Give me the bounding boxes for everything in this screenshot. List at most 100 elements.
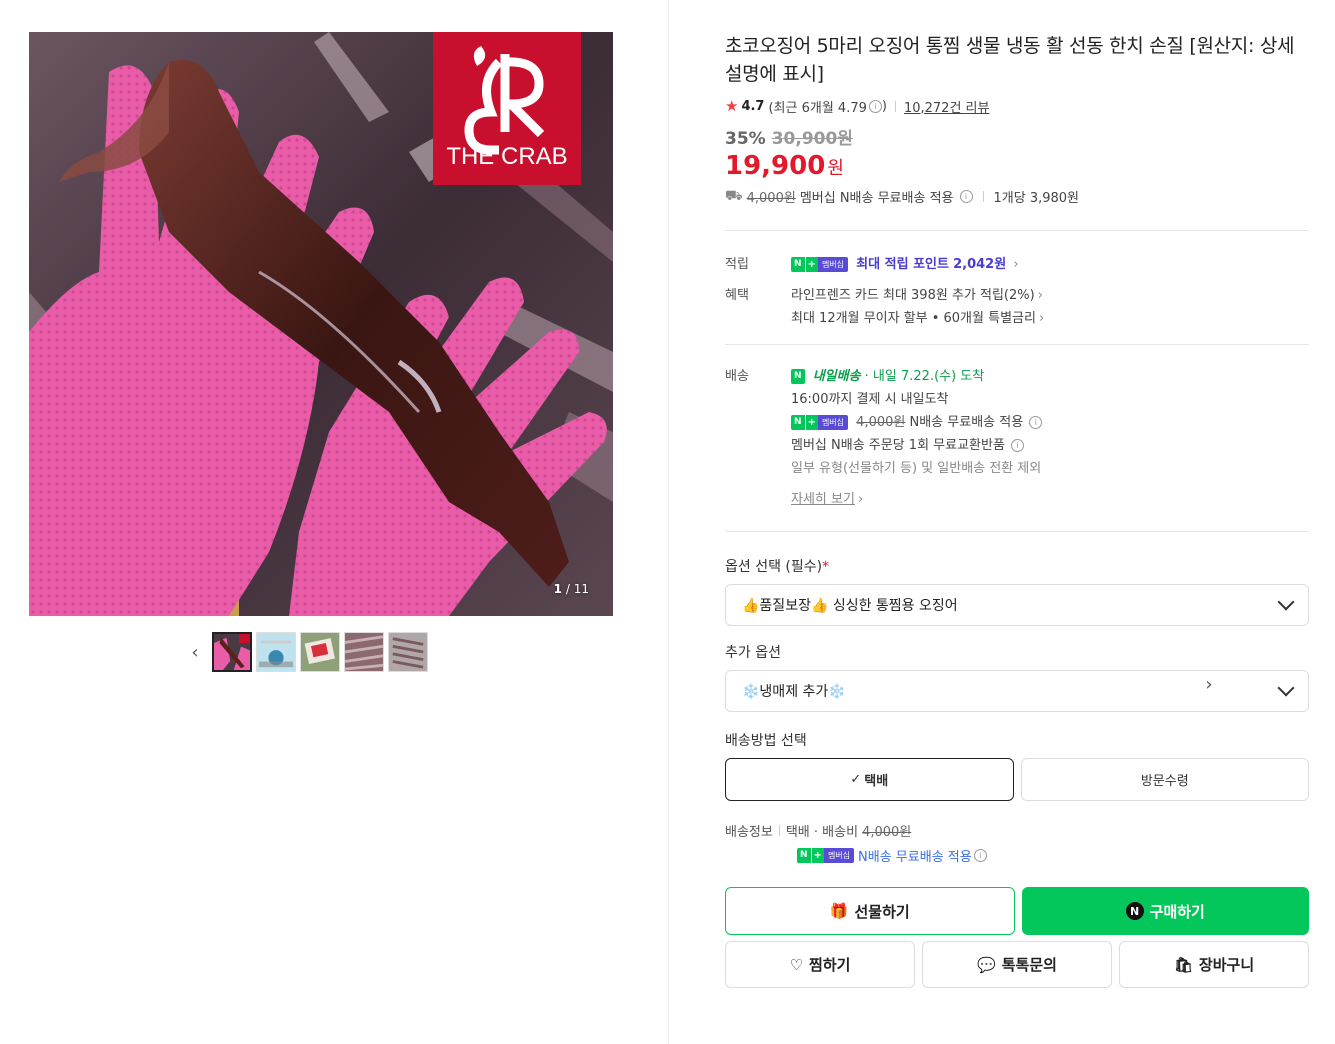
talk-button[interactable]: 💬 톡톡문의 (922, 941, 1112, 988)
method-parcel-label: 택배 (864, 774, 889, 789)
cart-button[interactable]: 🛍 장바구니 (1119, 941, 1309, 988)
extra-option-select[interactable]: ❄️냉매제 추가❄️ (725, 670, 1309, 712)
info-icon[interactable]: i (1011, 439, 1025, 452)
currency-label: 원 (827, 158, 844, 179)
delivery-label: 배송 (725, 369, 749, 384)
exchange-row: 멤버십 N배송 주문당 1회 무료교환반품 i (791, 434, 1042, 457)
chevron-right-icon: › (1013, 257, 1019, 272)
unit-price: 1개당 3,980원 (993, 191, 1080, 206)
original-price: 30,900원 (771, 129, 853, 149)
badge-n: N (797, 848, 811, 863)
thumbnail-2[interactable] (256, 632, 296, 672)
info-icon[interactable]: i (1029, 416, 1043, 429)
installment-benefit[interactable]: 최대 12개월 무이자 할부 • 60개월 특별금리 › (791, 307, 1044, 330)
exchange-text: 멤버십 N배송 주문당 1회 무료교환반품 (791, 438, 1005, 453)
chat-icon: 💬 (977, 955, 996, 974)
fee-note: N배송 무료배송 적용 (909, 415, 1024, 430)
badge-plus: + (810, 848, 824, 863)
points-amount: 2,042원 (953, 257, 1007, 272)
info-icon[interactable]: i (959, 190, 973, 203)
thumbnail-1[interactable] (212, 632, 252, 672)
discount-row: 35% 30,900원 (725, 124, 1309, 149)
badge-plus: + (804, 257, 818, 272)
separator (778, 825, 780, 836)
required-option-label-text: 옵션 선택 (필수) (725, 559, 823, 575)
badge-n: N (791, 257, 805, 272)
main-product-image[interactable]: THE CRAB 1 / 11 (29, 32, 613, 616)
counter-slash: / (565, 582, 570, 596)
heart-icon: ♡ (789, 955, 804, 974)
extra-option-group: 추가 옵션 ❄️냉매제 추가❄️ (725, 642, 1309, 712)
delivery-info: 배송정보 택배 · 배송비 4,000원 N + 멤버십 N배송 무료배송 적용 i (725, 821, 1309, 865)
chevron-right-icon: › (857, 492, 864, 507)
thumbnail-3[interactable] (300, 632, 340, 672)
shipping-summary: ⛟ 4,000원 멤버십 N배송 무료배송 적용 i 1개당 3,980원 (725, 187, 1309, 207)
talk-label: 톡톡문의 (1001, 956, 1057, 974)
review-count-link[interactable]: 10,272건 리뷰 (904, 97, 990, 116)
delivery-info-label: 배송정보 (725, 825, 773, 840)
card-benefit[interactable]: 라인프렌즈 카드 최대 398원 추가 적립(2%) › (791, 284, 1044, 307)
buy-button[interactable]: N 구매하기 (1021, 887, 1309, 935)
delivery-method-group: 배송방법 선택 ✓ 택배 방문수령 (725, 730, 1309, 801)
delivery-info-free-row: N + 멤버십 N배송 무료배송 적용 i (797, 846, 1309, 865)
method-pickup-button[interactable]: 방문수령 (1020, 758, 1309, 801)
wish-button[interactable]: ♡ 찜하기 (725, 941, 915, 988)
badge-n: N (791, 415, 805, 430)
wish-label: 찜하기 (809, 956, 851, 974)
counter-total: 11 (573, 582, 589, 596)
required-mark: * (822, 559, 830, 575)
thumbnail-strip: ‹ › (186, 632, 1213, 695)
arrival-date: · 내일 7.22.(수) 도착 (864, 369, 985, 384)
nextday-n-icon: N (791, 369, 805, 384)
counter-current: 1 (553, 582, 563, 596)
required-option-select[interactable]: 👍품질보장👍 싱싱한 통찜용 오징어 (725, 584, 1309, 626)
benefit-label: 혜택 (725, 288, 749, 303)
rating-score: 4.7 (741, 98, 765, 114)
cutoff-text: 16:00까지 결제 시 내일도착 (791, 392, 949, 407)
required-option-value: 👍품질보장👍 싱싱한 통찜용 오징어 (742, 598, 958, 614)
product-info: 초코오징어 5마리 오징어 통찜 생물 냉동 활 선동 한치 손질 [원산지: … (725, 32, 1309, 988)
more-link[interactable]: 자세히 보기 › (791, 488, 1042, 511)
nextday-brand: 내일배송 (812, 369, 861, 384)
image-counter: 1 / 11 (554, 582, 589, 596)
delivery-section: 배송 N 내일배송 · 내일 7.22.(수) 도착 16:00까지 결제 시 … (725, 365, 1309, 511)
points-label: 적립 (725, 257, 749, 272)
chevron-down-icon (1277, 593, 1295, 611)
fee-strike: 4,000원 (856, 415, 906, 430)
extra-option-label: 추가 옵션 (725, 645, 781, 661)
method-parcel-button[interactable]: ✓ 택배 (725, 758, 1014, 801)
recent-rating: (최근 6개월 4.79 (768, 100, 867, 116)
info-icon[interactable]: i (973, 849, 987, 862)
required-option-group: 옵션 선택 (필수)* 👍품질보장👍 싱싱한 통찜용 오징어 (725, 556, 1309, 626)
rating-row: ★ 4.7 (최근 6개월 4.79 i ) 10,272건 리뷰 (725, 96, 1309, 116)
shipping-note: 멤버십 N배송 무료배송 적용 (799, 191, 954, 206)
chevron-right-icon: › (1037, 288, 1043, 303)
required-option-label: 옵션 선택 (필수)* (725, 556, 1309, 576)
nextday-row: N 내일배송 · 내일 7.22.(수) 도착 (791, 365, 1042, 388)
badge-member: 멤버십 (817, 415, 849, 430)
delivery-method-label: 배송방법 선택 (725, 733, 807, 749)
points-section: 적립 N + 멤버십 최대 적립 포인트 2,042원 › (725, 253, 1309, 272)
separator (894, 100, 896, 112)
info-icon[interactable]: i (868, 99, 882, 113)
cart-icon: 🛍 (1173, 955, 1193, 974)
cart-label: 장바구니 (1198, 956, 1255, 974)
chevron-right-icon: › (1038, 311, 1045, 326)
price-row: 19,900 원 (725, 151, 1309, 181)
the-crab-logo: THE CRAB (433, 32, 581, 185)
prev-thumb-arrow-icon[interactable]: ‹ (186, 632, 204, 672)
discount-rate: 35% (725, 129, 766, 149)
squid-photo: THE CRAB (29, 32, 613, 616)
gift-button[interactable]: 🎁 선물하기 (725, 887, 1015, 935)
check-icon: ✓ (850, 772, 862, 787)
badge-member: 멤버십 (817, 257, 849, 272)
thumbnail-5[interactable] (388, 632, 428, 672)
thumbnail-4[interactable] (344, 632, 384, 672)
secondary-actions: ♡ 찜하기 💬 톡톡문의 🛍 장바구니 (725, 941, 1309, 988)
points-value-row[interactable]: N + 멤버십 최대 적립 포인트 2,042원 › (791, 253, 1019, 272)
divider (725, 531, 1309, 532)
delivery-info-free: N배송 무료배송 적용 (858, 850, 972, 865)
primary-actions: 🎁 선물하기 N 구매하기 (725, 887, 1309, 935)
delivery-info-fee: 4,000원 (862, 825, 912, 840)
badge-n: N (791, 369, 805, 384)
